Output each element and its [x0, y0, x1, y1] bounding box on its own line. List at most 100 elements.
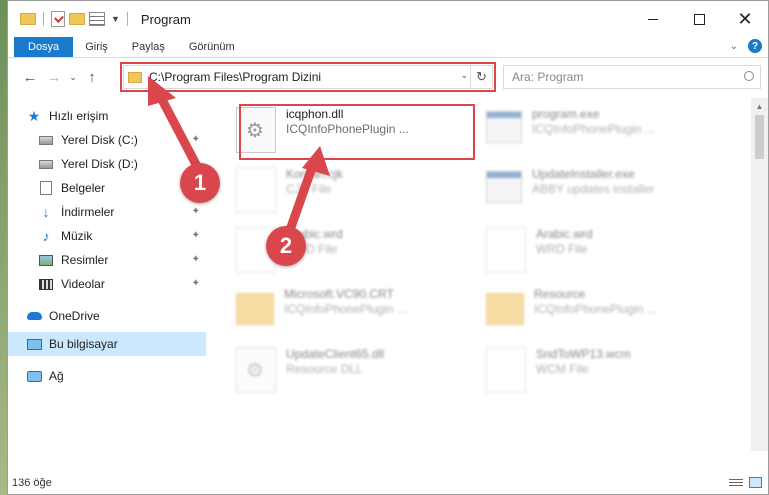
network-icon: [26, 370, 42, 382]
folder-icon[interactable]: [20, 13, 36, 25]
toolbar-separator: [43, 12, 44, 26]
file-item-resource[interactable]: Resource ICQInfoPhonePlugin ...: [480, 281, 720, 339]
pin-icon[interactable]: ✦: [192, 206, 200, 217]
computer-icon: [26, 338, 42, 350]
pin-icon[interactable]: ✦: [192, 134, 200, 145]
file-item-updateclient65-dll[interactable]: UpdateClient65.dll Resource DLL: [230, 341, 470, 399]
explorer-window: ▼ Program ✕ Dosya Giriş Paylaş Görünüm ⌄…: [7, 0, 769, 495]
file-icon: [236, 167, 276, 213]
sidebar-item-label: Bu bilgisayar: [49, 337, 118, 351]
sidebar-item-local-disk-d[interactable]: Yerel Disk (D:) ✦: [8, 152, 206, 176]
sidebar-item-label: İndirmeler: [61, 205, 115, 219]
sidebar-item-onedrive[interactable]: OneDrive: [8, 304, 206, 328]
ribbon-tabs: Dosya Giriş Paylaş Görünüm ⌄ ?: [8, 37, 768, 58]
new-folder-icon[interactable]: [69, 13, 85, 25]
scrollbar-thumb[interactable]: [755, 115, 764, 159]
toolbar-separator: [126, 12, 128, 26]
file-type: WCM File: [536, 362, 589, 376]
help-icon[interactable]: ?: [748, 39, 762, 53]
sidebar-item-local-disk-c[interactable]: Yerel Disk (C:) ✦: [8, 128, 206, 152]
sidebar-item-this-pc[interactable]: Bu bilgisayar: [8, 332, 206, 356]
download-icon: ↓: [42, 204, 50, 220]
drive-icon: [39, 159, 53, 169]
sidebar-item-label: OneDrive: [49, 309, 100, 323]
tab-paylas[interactable]: Paylaş: [120, 37, 177, 57]
file-name: Arabic.wrd: [536, 227, 593, 241]
sidebar-item-quick-access[interactable]: ★ Hızlı erişim: [8, 104, 206, 128]
file-item-korean-cjk[interactable]: Korean.cjk CJK File: [230, 161, 470, 219]
minimize-button[interactable]: [630, 1, 676, 37]
details-view-icon[interactable]: [729, 477, 743, 488]
music-icon: ♪: [42, 228, 50, 244]
maximize-button[interactable]: [676, 1, 722, 37]
up-arrow-icon[interactable]: ↑: [80, 69, 104, 86]
checkmark-icon[interactable]: [51, 11, 65, 27]
recent-locations-icon[interactable]: ⌄: [66, 72, 80, 83]
pin-icon[interactable]: ✦: [192, 254, 200, 265]
vertical-scrollbar[interactable]: ▲: [751, 98, 768, 451]
view-switcher: [729, 477, 762, 488]
sidebar-item-videos[interactable]: Videolar ✦: [8, 272, 206, 296]
file-type: CJK File: [286, 182, 332, 196]
file-name: UpdateClient65.dll: [286, 347, 385, 361]
file-type: Resource DLL: [286, 362, 363, 376]
tab-dosya[interactable]: Dosya: [14, 37, 74, 57]
properties-icon[interactable]: [89, 12, 105, 26]
step-1-badge: 1: [180, 163, 220, 203]
file-icon: [486, 227, 526, 273]
sidebar-item-network[interactable]: Ağ: [8, 364, 206, 388]
sidebar-item-documents[interactable]: Belgeler: [8, 176, 206, 200]
file-item-program-exe[interactable]: program.exe ICQInfoPhonePlugin ...: [480, 101, 720, 159]
file-type: ABBY updates installer: [532, 182, 655, 196]
file-item-arabic-wrd-2[interactable]: Arabic.wrd WRD File: [480, 221, 720, 279]
customize-dropdown-icon[interactable]: ▼: [111, 14, 120, 24]
sidebar-item-label: Resimler: [61, 253, 109, 267]
window-title: Program: [140, 11, 191, 27]
large-icons-view-icon[interactable]: [749, 477, 762, 488]
file-type: ICQInfoPhonePlugin ...: [532, 122, 655, 136]
sidebar-item-music[interactable]: ♪ Müzik ✦: [8, 224, 206, 248]
sidebar-item-downloads[interactable]: ↓ İndirmeler ✦: [8, 200, 206, 224]
file-item-microsoft-vc90-crt[interactable]: Microsoft.VC90.CRT ICQInfoPhonePlugin ..…: [230, 281, 470, 339]
documents-icon: [40, 181, 52, 195]
step-2-badge: 2: [266, 226, 306, 266]
file-type: ICQInfoPhonePlugin ...: [284, 302, 407, 316]
pictures-icon: [39, 254, 53, 266]
pin-icon[interactable]: ✦: [192, 230, 200, 241]
search-placeholder: Ara: Program: [512, 70, 584, 84]
file-icon: [486, 347, 526, 393]
search-icon[interactable]: [744, 71, 754, 81]
search-input[interactable]: Ara: Program: [503, 65, 761, 89]
back-arrow-icon[interactable]: ←: [18, 69, 42, 86]
navigation-pane: ★ Hızlı erişim Yerel Disk (C:) ✦ Yerel D…: [8, 98, 206, 451]
file-name: SndToWP13.wcm: [536, 347, 631, 361]
tab-giris[interactable]: Giriş: [73, 37, 120, 57]
forward-arrow-icon[interactable]: →: [42, 69, 66, 86]
close-button[interactable]: ✕: [722, 1, 768, 37]
scroll-up-icon[interactable]: ▲: [751, 98, 768, 115]
pin-icon[interactable]: ✦: [192, 278, 200, 289]
tab-gorunum[interactable]: Görünüm: [177, 37, 247, 57]
navigation-bar: ← → ⌄ ↑ C:\Program Files\Program Dizini …: [8, 58, 768, 97]
dll-icon: [236, 347, 276, 393]
file-name: UpdateInstaller.exe: [532, 167, 635, 181]
expand-ribbon-icon[interactable]: ⌄: [730, 41, 738, 52]
file-name: Resource: [534, 287, 586, 301]
cloud-icon: [26, 312, 42, 320]
folder-icon: [486, 293, 524, 325]
file-item-sndtowp13-wcm[interactable]: SndToWP13.wcm WCM File: [480, 341, 720, 399]
quick-access-toolbar: ▼: [20, 11, 131, 27]
sidebar-item-label: Belgeler: [61, 181, 106, 195]
sidebar-item-label: Ağ: [49, 369, 64, 383]
file-item-updateinstaller-exe[interactable]: UpdateInstaller.exe ABBY updates install…: [480, 161, 720, 219]
file-name: Korean.cjk: [286, 167, 343, 181]
exe-icon: [486, 111, 522, 143]
file-highlight-box: [239, 104, 475, 160]
file-type: WRD File: [536, 242, 588, 256]
videos-icon: [39, 278, 53, 290]
exe-icon: [486, 171, 522, 203]
sidebar-item-pictures[interactable]: Resimler ✦: [8, 248, 206, 272]
status-bar: 136 öğe: [8, 472, 768, 494]
file-name: program.exe: [532, 107, 600, 121]
address-highlight-box: [120, 62, 496, 92]
